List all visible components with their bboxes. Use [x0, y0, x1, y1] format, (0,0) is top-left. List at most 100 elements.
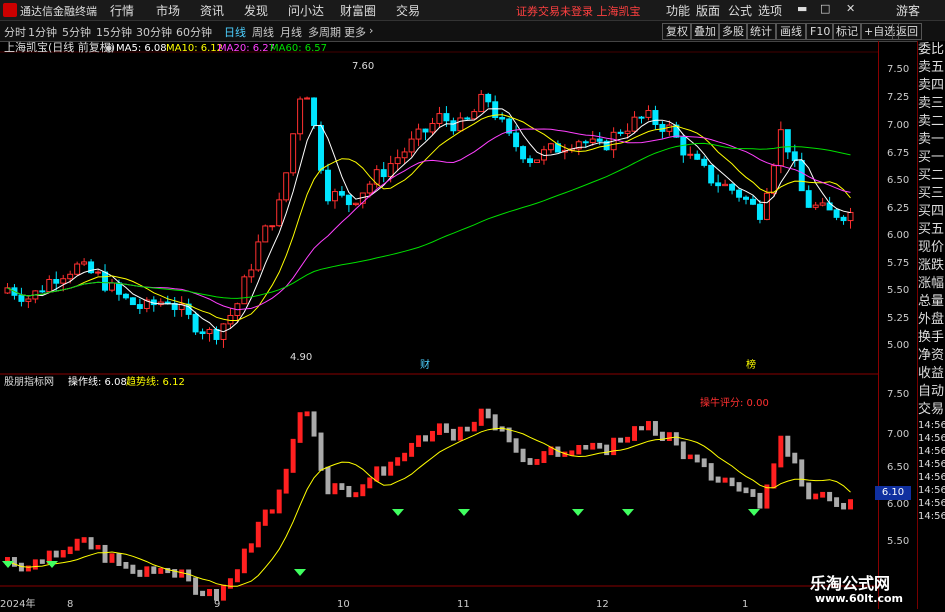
side-panel-label[interactable]: 买五	[918, 221, 945, 239]
side-panel-label[interactable]: 14:56	[918, 497, 945, 510]
side-panel-label[interactable]: 买四	[918, 203, 945, 221]
period-tab-weekly[interactable]: 周线	[252, 24, 274, 40]
period-tab-daily[interactable]: 日线	[224, 24, 246, 40]
login-warning[interactable]: 证券交易未登录 上海凯宝	[516, 3, 641, 19]
kline-chart[interactable]: 上海凯宝(日线 前复权) ◉ MA5: 6.08 MA10: 6.12 MA20…	[0, 40, 878, 610]
menu-item-market2[interactable]: 市场	[156, 2, 180, 19]
period-tab-5min[interactable]: 5分钟	[62, 24, 91, 40]
period-tab-30min[interactable]: 30分钟	[136, 24, 172, 40]
side-panel-label[interactable]: 涨幅	[918, 275, 945, 293]
candle	[380, 169, 387, 178]
period-tab-intraday[interactable]: 分时	[4, 24, 26, 40]
y-tick: 6.50	[887, 175, 910, 186]
side-panel-label[interactable]: 14:56	[918, 458, 945, 471]
side-panel-label[interactable]: 卖一	[918, 131, 945, 149]
period-tab-more[interactable]: 更多	[344, 24, 366, 40]
indicator-bar	[234, 569, 240, 583]
window-close-icon[interactable]: ✕	[846, 2, 855, 15]
menu-item-market[interactable]: 行情	[110, 2, 134, 19]
side-panel-label[interactable]: 14:56	[918, 484, 945, 497]
candle	[520, 146, 527, 160]
candle	[324, 169, 331, 202]
side-panel-label[interactable]: 卖二	[918, 113, 945, 131]
window-restore-icon[interactable]: □	[820, 2, 830, 15]
menu-item-trade[interactable]: 交易	[396, 2, 420, 19]
period-tab-monthly[interactable]: 月线	[280, 24, 302, 40]
side-panel-label[interactable]: 卖五	[918, 59, 945, 77]
mark-button[interactable]: 标记	[832, 23, 862, 40]
indicator-bar	[457, 426, 463, 441]
candle	[443, 113, 450, 122]
side-panel-label[interactable]: 14:56	[918, 432, 945, 445]
candle	[199, 331, 206, 335]
side-panel-label[interactable]: 买一	[918, 149, 945, 167]
draw-line-button[interactable]: 画线	[776, 23, 806, 40]
side-panel-label[interactable]: 买二	[918, 167, 945, 185]
candle	[589, 138, 596, 144]
mode-icon[interactable]: ◉	[104, 41, 114, 54]
indicator-bar	[402, 452, 408, 462]
candle	[109, 282, 115, 291]
side-panel-label[interactable]: 自动	[918, 383, 945, 401]
candle	[67, 273, 74, 280]
chart-area[interactable]: 上海凯宝(日线 前复权) ◉ MA5: 6.08 MA10: 6.12 MA20…	[0, 40, 878, 610]
indicator-bar	[332, 483, 338, 495]
side-panel-label[interactable]: 14:56	[918, 445, 945, 458]
side-panel-label[interactable]: 14:56	[918, 510, 945, 523]
f10-button[interactable]: F10	[806, 23, 835, 40]
chevron-right-icon[interactable]: ›	[369, 24, 373, 37]
menu-item-formula[interactable]: 公式	[728, 2, 752, 19]
indicator-bar	[25, 565, 31, 572]
indicator-bar	[848, 499, 853, 510]
menu-item-news[interactable]: 资讯	[200, 2, 224, 19]
side-panel-label[interactable]: 卖四	[918, 77, 945, 95]
side-panel-label[interactable]: 换手	[918, 329, 945, 347]
multi-stock-button[interactable]: 多股	[718, 23, 748, 40]
side-panel-label[interactable]: 买三	[918, 185, 945, 203]
indicator-bar	[625, 436, 631, 443]
back-button[interactable]: 返回	[892, 23, 922, 40]
menu-item-wealth[interactable]: 财富圈	[340, 2, 376, 19]
menu-item-ask[interactable]: 问小达	[288, 2, 324, 19]
buy-signal-icon	[572, 509, 584, 516]
candle	[401, 151, 408, 159]
side-panel-label[interactable]: 现价	[918, 239, 945, 257]
period-tab-15min[interactable]: 15分钟	[96, 24, 132, 40]
side-panel-label[interactable]: 卖三	[918, 95, 945, 113]
side-panel-label[interactable]: 涨跌	[918, 257, 945, 275]
overlay-button[interactable]: 叠加	[690, 23, 720, 40]
x-tick-year: 2024年	[0, 597, 35, 609]
event-marker-list[interactable]: 榜	[746, 358, 756, 371]
side-panel-label[interactable]: 收益	[918, 365, 945, 383]
window-minimize-icon[interactable]: ▬	[797, 2, 807, 15]
user-label[interactable]: 游客	[896, 2, 920, 19]
side-panel-label[interactable]: 净资	[918, 347, 945, 365]
period-tab-1min[interactable]: 1分钟	[28, 24, 57, 40]
candle	[18, 294, 25, 302]
side-panel-label[interactable]: 交易	[918, 401, 945, 419]
indicator-bar	[604, 444, 610, 456]
candle	[122, 293, 129, 299]
indicator-bar	[346, 485, 352, 498]
indicator-bar	[834, 497, 840, 507]
event-marker-finance[interactable]: 财	[420, 358, 430, 371]
side-panel-label[interactable]: 外盘	[918, 311, 945, 329]
side-panel-label[interactable]: 总量	[918, 293, 945, 311]
watermark-title: 乐淘公式网	[810, 574, 891, 593]
indicator-bar	[632, 426, 638, 441]
indicator-bar	[827, 491, 833, 502]
period-tab-60min[interactable]: 60分钟	[176, 24, 212, 40]
period-tab-multi[interactable]: 多周期	[308, 24, 341, 40]
adjust-button[interactable]: 复权	[662, 23, 692, 40]
indicator-bar	[618, 437, 624, 443]
menu-item-layout[interactable]: 版面	[696, 2, 720, 19]
candle	[812, 204, 819, 208]
side-panel-label[interactable]: 14:56	[918, 419, 945, 432]
menu-item-options[interactable]: 选项	[758, 2, 782, 19]
menu-item-function[interactable]: 功能	[666, 2, 690, 19]
side-panel-label[interactable]: 14:56	[918, 471, 945, 484]
side-panel-label[interactable]: 委比	[918, 41, 945, 59]
statistics-button[interactable]: 统计	[746, 23, 776, 40]
menu-item-discover[interactable]: 发现	[244, 2, 268, 19]
candle	[241, 276, 248, 305]
